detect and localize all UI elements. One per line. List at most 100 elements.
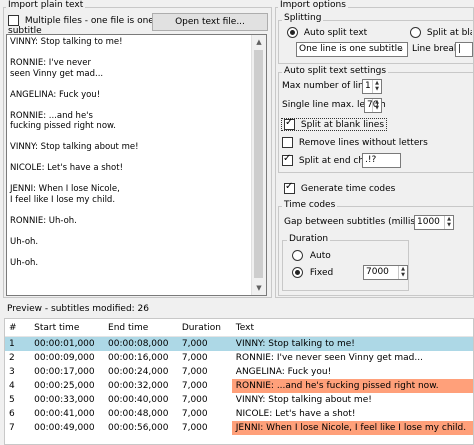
split-blank-lines-checkbox[interactable] xyxy=(284,117,295,130)
generate-time-codes-option[interactable]: Generate time codes xyxy=(284,181,396,194)
column-header[interactable]: # xyxy=(5,319,31,337)
cell-start: 00:00:49,000 xyxy=(34,423,95,433)
spinner-arrows-icon[interactable]: ▲ ▼ xyxy=(372,99,381,112)
text-line xyxy=(10,247,139,258)
cell-end: 00:00:32,000 xyxy=(108,381,169,391)
gap-spinner[interactable]: 1000 ▲ ▼ xyxy=(414,215,454,230)
single-line-max-spinner[interactable]: 70 ▲ ▼ xyxy=(364,98,382,113)
cell-duration: 7,000 xyxy=(181,367,208,377)
remove-lines-option[interactable]: Remove lines without letters xyxy=(282,137,428,148)
column-header[interactable]: Duration xyxy=(177,319,232,337)
max-lines-spinner[interactable]: 1 ▲ ▼ xyxy=(362,79,382,94)
text-line: RONNIE: ...and he's xyxy=(10,110,93,121)
remove-lines-checkbox[interactable] xyxy=(282,137,293,148)
duration-auto-radio[interactable] xyxy=(292,250,303,261)
split-blank-lines-label: Split at blank lines xyxy=(300,120,385,130)
text-line xyxy=(10,226,139,237)
table-row[interactable]: 4 00:00:25,000 00:00:32,000 7,000 RONNIE: ..… xyxy=(5,379,473,393)
preview-header-row: # Start time End time Duration Text xyxy=(5,319,473,337)
spinner-arrows-icon[interactable]: ▲ ▼ xyxy=(372,80,381,93)
scroll-thumb[interactable] xyxy=(254,50,263,278)
duration-fixed-option[interactable]: Fixed xyxy=(292,267,333,278)
multiple-files-checkbox[interactable] xyxy=(8,15,19,26)
text-line: RONNIE: Uh-oh. xyxy=(10,215,77,226)
cell-duration: 7,000 xyxy=(181,339,208,349)
column-header[interactable]: Start time xyxy=(30,319,105,337)
open-text-file-button[interactable]: Open text file... xyxy=(152,13,268,31)
text-line: RONNIE: I've never xyxy=(10,58,91,68)
plain-text-area[interactable]: VINNY: Stop talking to me! RONNIE: I've … xyxy=(6,34,267,296)
cell-end: 00:00:16,000 xyxy=(108,353,169,363)
table-row[interactable]: 7 00:00:49,000 00:00:56,000 7,000 JENNI: Whe… xyxy=(5,421,473,435)
multiple-files-option[interactable]: Multiple files - one file is one subtitl… xyxy=(8,15,168,36)
time-codes-title: Time codes xyxy=(282,200,338,210)
table-row[interactable]: 3 00:00:17,000 00:00:24,000 7,000 ANGELINA: … xyxy=(5,365,473,379)
cell-num: 3 xyxy=(9,367,15,377)
table-row[interactable]: 2 00:00:09,000 00:00:16,000 7,000 RONNIE: I'… xyxy=(5,351,473,365)
cell-text: RONNIE: ...and he's fucking pissed right… xyxy=(231,379,473,393)
text-line xyxy=(10,48,139,59)
cell-duration: 7,000 xyxy=(181,423,208,433)
cell-num: 5 xyxy=(9,395,15,405)
generate-time-codes-label: Generate time codes xyxy=(300,184,396,194)
split-blank-option[interactable]: Split at blank li xyxy=(410,27,472,38)
duration-fixed-label: Fixed xyxy=(309,268,334,278)
splitting-title: Splitting xyxy=(282,13,324,23)
split-blank-radio[interactable] xyxy=(410,27,421,38)
text-line: fucking pissed right now. xyxy=(10,121,116,131)
end-chars-input[interactable]: .!? xyxy=(362,153,401,168)
duration-auto-option[interactable]: Auto xyxy=(292,250,331,261)
cell-start: 00:00:41,000 xyxy=(34,409,95,419)
split-blank-label: Split at blank li xyxy=(426,28,472,38)
import-options-title: Import options xyxy=(278,0,348,10)
table-row[interactable]: 1 00:00:01,000 00:00:08,000 7,000 VINNY: Sto… xyxy=(5,336,473,351)
cell-end: 00:00:48,000 xyxy=(108,409,169,419)
cell-start: 00:00:17,000 xyxy=(34,367,95,377)
auto-split-settings-title: Auto split text settings xyxy=(282,66,389,76)
line-break-input[interactable]: | xyxy=(455,42,473,57)
generate-time-codes-checkbox[interactable] xyxy=(284,181,295,194)
auto-split-radio[interactable] xyxy=(287,27,298,38)
cell-start: 00:00:25,000 xyxy=(34,381,95,391)
cell-text: RONNIE: I've never seen Vinny get mad... xyxy=(235,353,423,363)
spinner-arrows-icon[interactable]: ▲ ▼ xyxy=(398,266,407,279)
duration-title: Duration xyxy=(287,234,331,244)
spinner-arrows-icon[interactable]: ▲ ▼ xyxy=(444,216,453,229)
split-blank-lines-option[interactable]: Split at blank lines xyxy=(281,117,388,131)
import-plain-text-title: Import plain text xyxy=(6,0,86,10)
scroll-up-arrow-icon[interactable]: ▲ xyxy=(252,35,266,49)
auto-split-option[interactable]: Auto split text xyxy=(287,27,367,38)
cell-num: 6 xyxy=(9,409,15,419)
preview-title: Preview - subtitles modified: 26 xyxy=(7,304,150,314)
cell-text: VINNY: Stop talking about me! xyxy=(235,395,372,405)
text-line: VINNY: Stop talking to me! xyxy=(10,37,123,47)
chevron-down-icon[interactable]: ⌄ xyxy=(398,43,404,56)
max-lines-label: Max number of lines xyxy=(282,81,374,91)
text-line xyxy=(10,79,139,90)
cell-duration: 7,000 xyxy=(181,381,208,391)
cell-duration: 7,000 xyxy=(181,353,208,363)
duration-fixed-radio[interactable] xyxy=(292,267,303,278)
preview-table: # Start time End time Duration Text 1 00:00:0… xyxy=(5,319,473,435)
table-row[interactable]: 5 00:00:33,000 00:00:40,000 7,000 VINNY: Sto… xyxy=(5,393,473,407)
table-row[interactable]: 6 00:00:41,000 00:00:48,000 7,000 NICOLE: Le… xyxy=(5,407,473,421)
text-line xyxy=(10,132,139,143)
scroll-down-arrow-icon[interactable]: ▼ xyxy=(252,281,266,295)
duration-fixed-spinner[interactable]: 7000 ▲ ▼ xyxy=(363,265,408,280)
split-end-chars-checkbox[interactable] xyxy=(282,153,293,166)
cell-end: 00:00:56,000 xyxy=(108,423,169,433)
cell-num: 7 xyxy=(9,423,15,433)
preview-table-container[interactable]: # Start time End time Duration Text 1 00:00:0… xyxy=(4,318,474,445)
cell-start: 00:00:01,000 xyxy=(34,339,95,349)
text-line xyxy=(10,205,139,216)
cell-end: 00:00:40,000 xyxy=(108,395,169,405)
column-header[interactable]: End time xyxy=(104,319,178,337)
text-line xyxy=(10,153,139,164)
text-line: I feel like I lose my child. xyxy=(10,194,116,205)
cell-text: JENNI: When I lose Nicole, I feel like I… xyxy=(231,421,473,435)
column-header[interactable]: Text xyxy=(231,319,473,337)
text-area-scrollbar[interactable]: ▲ ▼ xyxy=(251,35,266,295)
remove-lines-label: Remove lines without letters xyxy=(298,138,428,148)
line-mode-dropdown[interactable]: One line is one subtitle ⌄ xyxy=(296,42,408,57)
cell-num: 1 xyxy=(9,339,15,349)
